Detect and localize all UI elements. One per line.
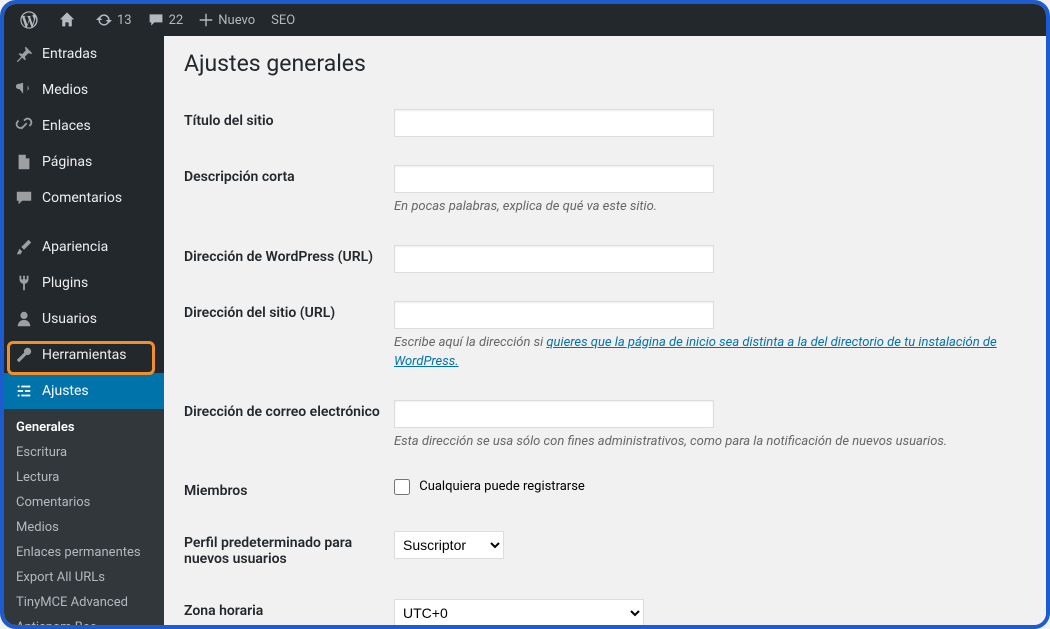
site-title-input[interactable] (394, 109, 714, 137)
sidebar-item-label: Usuarios (42, 311, 97, 327)
refresh-icon (96, 12, 112, 28)
page-icon (14, 152, 34, 172)
sidebar-item-apariencia[interactable]: Apariencia (4, 229, 164, 265)
comment-icon (14, 188, 34, 208)
submenu-item-medios[interactable]: Medios (4, 515, 164, 540)
updates-link[interactable]: 13 (88, 4, 140, 36)
sidebar-item-plugins[interactable]: Plugins (4, 265, 164, 301)
members-checkbox[interactable] (394, 479, 410, 495)
home-icon (59, 12, 75, 28)
new-link[interactable]: Nuevo (191, 4, 263, 36)
sidebar-item-enlaces[interactable]: Enlaces (4, 108, 164, 144)
site-title-label: Título del sitio (184, 95, 394, 151)
menu-separator (4, 220, 164, 225)
wpurl-input[interactable] (394, 245, 714, 273)
seo-link[interactable]: SEO (263, 4, 303, 36)
comment-icon (148, 12, 164, 28)
submenu-item-antispam-bee[interactable]: Antispam Bee (4, 615, 164, 625)
tagline-description: En pocas palabras, explica de qué va est… (394, 197, 1016, 217)
updates-count: 13 (117, 13, 132, 28)
home-link[interactable] (51, 4, 88, 36)
members-checkbox-label[interactable]: Cualquiera puede registrarse (394, 479, 585, 494)
submenu-item-enlaces-permanentes[interactable]: Enlaces permanentes (4, 540, 164, 565)
members-label: Miembros (184, 465, 394, 517)
settings-form: Título del sitio Descripción corta En po… (184, 95, 1026, 625)
page-title: Ajustes generales (184, 50, 1026, 77)
email-label: Dirección de correo electrónico (184, 386, 394, 466)
submenu-item-generales[interactable]: Generales (4, 415, 164, 440)
plus-icon (199, 13, 213, 27)
sidebar-item-usuarios[interactable]: Usuarios (4, 301, 164, 337)
submenu-item-tinymce-advanced[interactable]: TinyMCE Advanced (4, 590, 164, 615)
sidebar-item-páginas[interactable]: Páginas (4, 144, 164, 180)
wrench-icon (14, 345, 34, 365)
email-input[interactable] (394, 400, 714, 428)
submenu-item-comentarios[interactable]: Comentarios (4, 490, 164, 515)
admin-toolbar: 13 22 Nuevo SEO (4, 4, 1046, 36)
submenu-item-lectura[interactable]: Lectura (4, 465, 164, 490)
sidebar-item-label: Apariencia (42, 239, 108, 255)
admin-sidebar: EntradasMediosEnlacesPáginasComentarios … (4, 36, 164, 625)
sidebar-item-label: Plugins (42, 275, 88, 291)
pin-icon (14, 44, 34, 64)
plug-icon (14, 273, 34, 293)
tz-label: Zona horaria (184, 585, 394, 625)
sidebar-item-herramientas[interactable]: Herramientas (4, 337, 164, 373)
siteurl-input[interactable] (394, 301, 714, 329)
tz-select[interactable]: UTC+0 (394, 599, 644, 625)
siteurl-description: Escribe aquí la dirección si quieres que… (394, 333, 1016, 372)
link-icon (14, 116, 34, 136)
sidebar-item-label: Comentarios (42, 190, 122, 206)
comments-link[interactable]: 22 (140, 4, 192, 36)
role-select[interactable]: Suscriptor (394, 531, 504, 559)
tagline-input[interactable] (394, 165, 714, 193)
new-label: Nuevo (218, 13, 255, 28)
tagline-label: Descripción corta (184, 151, 394, 231)
sidebar-item-label: Entradas (42, 46, 97, 62)
content-area: Ajustes generales Título del sitio Descr… (164, 36, 1046, 625)
media-icon (14, 80, 34, 100)
submenu-item-escritura[interactable]: Escritura (4, 440, 164, 465)
settings-submenu: GeneralesEscrituraLecturaComentariosMedi… (4, 409, 164, 625)
comments-count: 22 (169, 13, 184, 28)
wp-logo[interactable] (12, 4, 51, 36)
sidebar-item-label: Ajustes (42, 383, 89, 399)
sidebar-item-settings[interactable]: Ajustes (4, 373, 164, 409)
submenu-item-export-all-urls[interactable]: Export All URLs (4, 565, 164, 590)
sidebar-item-medios[interactable]: Medios (4, 72, 164, 108)
wordpress-icon (20, 11, 38, 29)
sidebar-item-label: Páginas (42, 154, 92, 170)
sidebar-item-label: Herramientas (42, 347, 127, 363)
brush-icon (14, 237, 34, 257)
siteurl-label: Dirección del sitio (URL) (184, 287, 394, 386)
sidebar-item-entradas[interactable]: Entradas (4, 36, 164, 72)
sidebar-item-comentarios[interactable]: Comentarios (4, 180, 164, 216)
sidebar-item-label: Enlaces (42, 118, 91, 134)
seo-label: SEO (271, 13, 295, 28)
email-description: Esta dirección se usa sólo con fines adm… (394, 432, 1016, 452)
user-icon (14, 309, 34, 329)
role-label: Perfil predeterminado para nuevos usuari… (184, 517, 394, 585)
wpurl-label: Dirección de WordPress (URL) (184, 231, 394, 287)
sliders-icon (14, 381, 34, 401)
sidebar-item-label: Medios (42, 82, 88, 98)
